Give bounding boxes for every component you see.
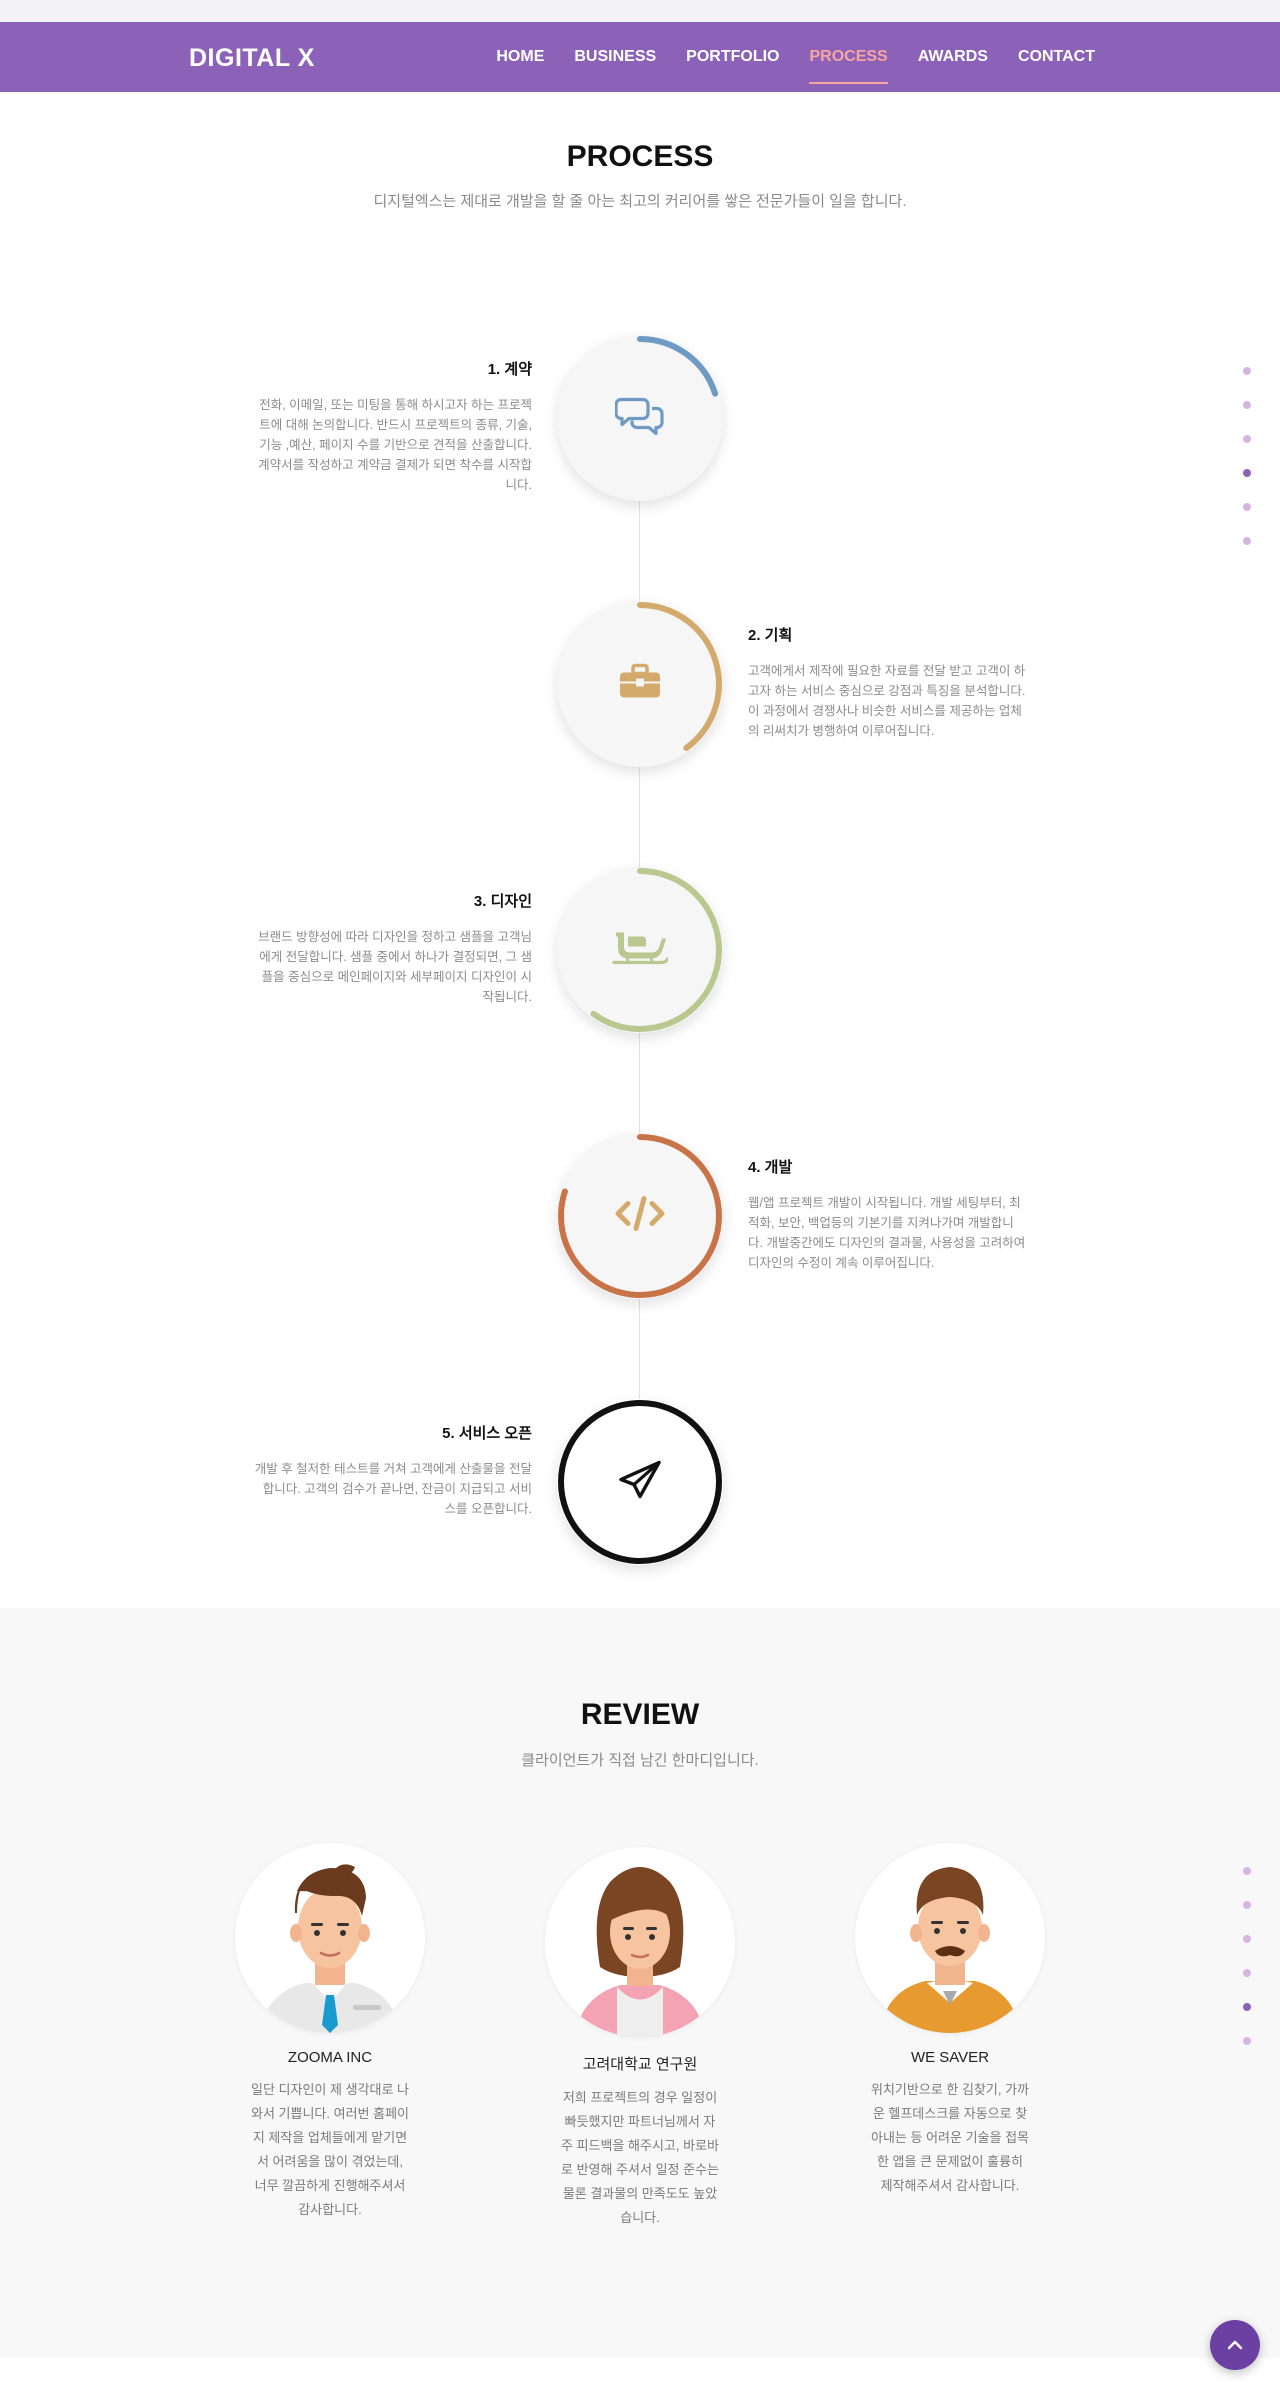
section-dot[interactable] (1243, 435, 1251, 443)
nav-process[interactable]: PROCESS (809, 22, 888, 92)
sleigh-icon (612, 929, 670, 972)
section-dot[interactable] (1243, 367, 1251, 375)
review-subtitle: 클라이언트가 직접 남긴 한마디입니다. (521, 1752, 759, 1769)
step-desc: 웹/앱 프로젝트 개발이 시작됩니다. 개발 세팅부터, 최적화, 보안, 백업… (748, 1196, 1026, 1270)
step-1-text: 1. 계약 전화, 이메일, 또는 미팅을 통해 하시고자 하는 프로젝트에 대… (254, 358, 532, 495)
step-desc: 전화, 이메일, 또는 미팅을 통해 하시고자 하는 프로젝트에 대해 논의합니… (258, 398, 532, 492)
step-title: 3. 디자인 (473, 893, 532, 910)
review-text: 위치기반으로 한 김찾기, 가까운 헬프데스크를 자동으로 찾아내는 등 어려운… (871, 2082, 1029, 2193)
section-dot-active[interactable] (1243, 2003, 1251, 2011)
step-5-text: 5. 서비스 오픈 개발 후 철저한 테스트를 거쳐 고객에게 산출물을 전달합… (254, 1422, 532, 1519)
section-dot[interactable] (1243, 401, 1251, 409)
review-title: REVIEW (580, 1698, 700, 1731)
avatar (545, 1847, 735, 2037)
section-dots-process (1243, 367, 1251, 571)
nav-home[interactable]: HOME (496, 22, 544, 92)
code-icon (614, 1196, 666, 1237)
briefcase-icon (619, 663, 661, 705)
nav-awards[interactable]: AWARDS (918, 22, 988, 92)
step-title: 4. 개발 (748, 1159, 793, 1176)
step-3-circle (557, 867, 723, 1033)
step-4-circle (557, 1133, 723, 1299)
step-title: 2. 기획 (748, 627, 793, 644)
review-card: WE SAVER 위치기반으로 한 김찾기, 가까운 헬프데스크를 자동으로 찾… (840, 1843, 1060, 2198)
section-dot[interactable] (1243, 1901, 1251, 1909)
section-dot[interactable] (1243, 1969, 1251, 1977)
process-subtitle: 디지털엑스는 제대로 개발을 할 줄 아는 최고의 커리어를 쌓은 전문가들이 … (373, 193, 907, 210)
step-title: 1. 계약 (487, 361, 532, 378)
section-dot[interactable] (1243, 503, 1251, 511)
step-2-text: 2. 기획 고객에게서 제작에 필요한 자료를 전달 받고 고객이 하고자 하는… (748, 624, 1026, 741)
chat-icon (614, 396, 665, 441)
paper-plane-icon (618, 1460, 662, 1505)
review-card: ZOOMA INC 일단 디자인이 제 생각대로 나와서 기쁩니다. 여러번 홈… (220, 1843, 440, 2222)
step-desc: 브랜드 방향성에 따라 디자인을 정하고 샘플을 고객님에게 전달합니다. 샘플… (258, 930, 532, 1004)
section-dot[interactable] (1243, 1935, 1251, 1943)
step-5-circle (557, 1399, 723, 1565)
header-navbar: DIGITAL X HOME BUSINESS PORTFOLIO PROCES… (0, 22, 1280, 92)
chevron-up-icon (1227, 2340, 1243, 2350)
process-title: PROCESS (566, 140, 714, 173)
top-strip (0, 0, 1280, 22)
section-dot-active[interactable] (1243, 469, 1251, 477)
main-nav: HOME BUSINESS PORTFOLIO PROCESS AWARDS C… (466, 22, 1095, 92)
step-1-circle (557, 335, 723, 501)
step-4-text: 4. 개발 웹/앱 프로젝트 개발이 시작됩니다. 개발 세팅부터, 최적화, … (748, 1156, 1026, 1273)
review-text: 일단 디자인이 제 생각대로 나와서 기쁩니다. 여러번 홈페이지 제작을 업체… (251, 2082, 409, 2217)
section-dot[interactable] (1243, 2037, 1251, 2045)
nav-portfolio[interactable]: PORTFOLIO (686, 22, 779, 92)
scroll-top-button[interactable] (1210, 2320, 1260, 2370)
avatar (855, 1843, 1045, 2033)
logo[interactable]: DIGITAL X (189, 44, 315, 73)
step-title: 5. 서비스 오픈 (442, 1425, 532, 1442)
section-dot[interactable] (1243, 1867, 1251, 1875)
section-dots-review (1243, 1867, 1251, 2071)
step-desc: 개발 후 철저한 테스트를 거쳐 고객에게 산출물을 전달합니다. 고객의 검수… (254, 1462, 532, 1516)
review-text: 저희 프로젝트의 경우 일정이 빠듯했지만 파트너님께서 자주 피드백을 해주시… (561, 2090, 719, 2225)
avatar (235, 1843, 425, 2033)
step-desc: 고객에게서 제작에 필요한 자료를 전달 받고 고객이 하고자 하는 서비스 중… (748, 664, 1026, 738)
nav-business[interactable]: BUSINESS (574, 22, 656, 92)
section-dot[interactable] (1243, 537, 1251, 545)
step-3-text: 3. 디자인 브랜드 방향성에 따라 디자인을 정하고 샘플을 고객님에게 전달… (254, 890, 532, 1007)
reviewer-name: WE SAVER (910, 2049, 990, 2066)
step-2-circle (557, 601, 723, 767)
review-card: 고려대학교 연구원 저희 프로젝트의 경우 일정이 빠듯했지만 파트너님께서 자… (530, 1847, 750, 2230)
reviewer-name: 고려대학교 연구원 (582, 2056, 698, 2073)
nav-contact[interactable]: CONTACT (1018, 22, 1095, 92)
reviewer-name: ZOOMA INC (287, 2049, 373, 2066)
